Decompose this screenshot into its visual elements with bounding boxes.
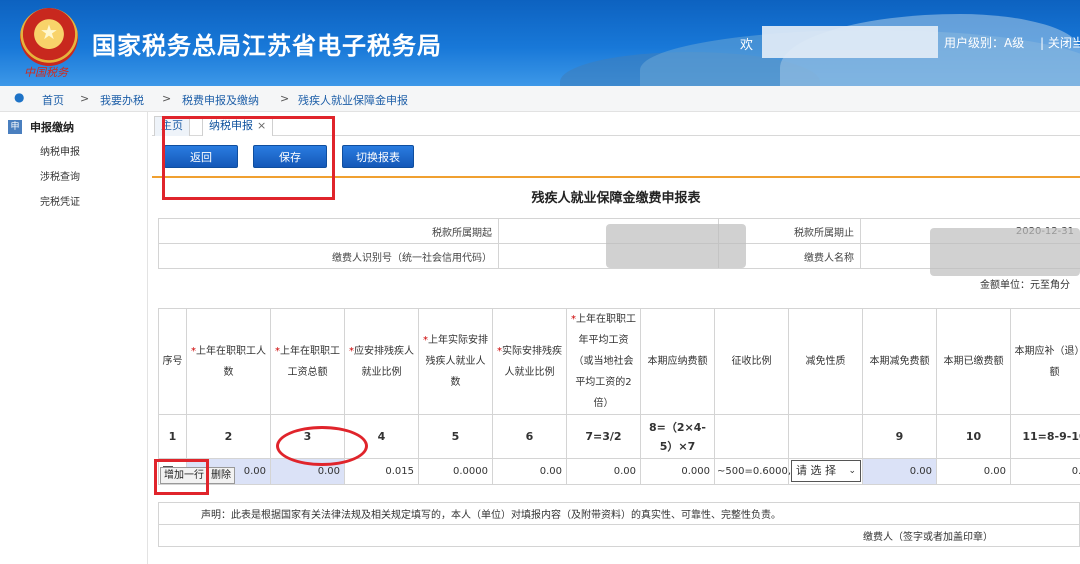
header-text: 应安排残疾人就业比例 (354, 345, 414, 378)
breadcrumb: ● 首页 > 我要办税 > 税费申报及缴纳 > 残疾人就业保障金申报 (0, 86, 1080, 112)
reduction-type-select[interactable]: 请 选 择 ⌄ (791, 460, 861, 482)
column-number: 8=（2×4-5）×7 (640, 414, 715, 459)
header-text: 本期应补（退）费额 (1014, 345, 1080, 378)
select-value: 请 选 择 (796, 464, 836, 477)
header-cell: *应安排残疾人就业比例 (344, 308, 419, 415)
header-text: 实际安排残疾人就业比例 (502, 345, 562, 378)
header-text: 征收比例 (731, 356, 772, 367)
signer-label: 缴费人（签字或者加盖印章） (158, 524, 1080, 547)
breadcrumb-separator: > (280, 92, 290, 105)
sidebar-item-tax-certificate[interactable]: 完税凭证 (40, 193, 80, 208)
redacted-period-start (606, 224, 746, 268)
breadcrumb-tax-filing[interactable]: 税费申报及缴纳 (182, 92, 259, 108)
column-number: 6 (492, 414, 567, 459)
sidebar-item-tax-filing[interactable]: 纳税申报 (40, 143, 80, 158)
grid-header-row: 序号 *上年在职职工人数 *上年在职职工工资总额 *应安排残疾人就业比例 *上年… (158, 308, 1080, 415)
reduction-type-cell: 请 选 择 ⌄ (788, 458, 863, 485)
header-text: 序号 (162, 356, 183, 367)
column-number: 2 (186, 414, 271, 459)
declaration-statement: 声明：此表是根据国家有关法律法规及相关规定填写的，本人（单位）对填报内容（及附带… (158, 502, 1080, 525)
logout-link[interactable]: | 关闭当 (1040, 34, 1080, 51)
highlight-ellipse (276, 426, 368, 466)
header-text: 上年在职职工年平均工资（或当地社会平均工资的2倍） (573, 314, 637, 409)
logo-subtext: 中国税务 (24, 66, 68, 79)
taxpayer-id-label: 缴费人识别号（统一社会信用代码） (158, 243, 499, 269)
column-number: 10 (936, 414, 1011, 459)
breadcrumb-home[interactable]: 首页 (42, 92, 64, 108)
redacted-taxpayer-name (930, 228, 1080, 276)
site-title: 国家税务总局江苏省电子税务局 (92, 32, 442, 60)
collection-ratio-cell: ~500=0.6000, (714, 458, 791, 485)
header-cell: 征收比例 (714, 308, 789, 415)
header-cell: *上年在职职工人数 (186, 308, 271, 415)
sidebar: 申 申报缴纳 纳税申报 涉税查询 完税凭证 (0, 112, 148, 564)
welcome-text: 欢 (740, 38, 754, 53)
header-cell: 本期减免费额 (862, 308, 937, 415)
disabled-staff-count-cell: 0.0000 (418, 458, 493, 485)
tax-emblem-logo: ★ (20, 8, 78, 66)
header-text: 上年实际安排残疾人就业人数 (425, 335, 489, 388)
payable-amount-cell: 0.000 (640, 458, 715, 485)
amount-unit: 金额单位：元至角分 (980, 280, 1070, 291)
user-level: 用户级别：A级 (944, 36, 1025, 50)
declaration-table: 声明：此表是根据国家有关法律法规及相关规定填写的，本人（单位）对填报内容（及附带… (158, 502, 1080, 547)
breadcrumb-separator: > (162, 92, 172, 105)
period-start-label: 税款所属期起 (158, 218, 499, 244)
required-ratio-cell: 0.015 (344, 458, 419, 485)
header-cell: *上年在职职工工资总额 (270, 308, 345, 415)
header-cell: *上年在职职工年平均工资（或当地社会平均工资的2倍） (566, 308, 641, 415)
header-text: 本期应纳费额 (647, 356, 708, 367)
breadcrumb-tax-service[interactable]: 我要办税 (100, 92, 144, 108)
delete-row-button[interactable]: 删除 (207, 467, 235, 484)
column-number: 9 (862, 414, 937, 459)
user-name-redacted (762, 26, 938, 58)
refund-amount-cell: 0.00 (1010, 458, 1080, 485)
location-pin-icon: ● (14, 90, 25, 104)
column-number: 7=3/2 (566, 414, 641, 459)
breadcrumb-separator: > (80, 92, 90, 105)
column-number (788, 414, 863, 459)
header-text: 减免性质 (805, 356, 846, 367)
breadcrumb-current: 残疾人就业保障金申报 (298, 94, 408, 107)
chevron-down-icon: ⌄ (848, 466, 856, 476)
actual-ratio-cell: 0.00 (492, 458, 567, 485)
header-cell: 减免性质 (788, 308, 863, 415)
header-cell: 序号 (158, 308, 187, 415)
paid-amount-cell: 0.00 (936, 458, 1011, 485)
declare-icon: 申 (8, 120, 22, 134)
form-title: 残疾人就业保障金缴费申报表 (531, 191, 701, 206)
site-header: ★ 中国税务 国家税务总局江苏省电子税务局 欢 用户级别：A级 | 关闭当 (0, 0, 1080, 86)
sidebar-section-label: 申报缴纳 (30, 121, 74, 134)
column-number (714, 414, 789, 459)
header-cell: 本期已缴费额 (936, 308, 1011, 415)
header-text: 上年在职职工人数 (196, 345, 266, 378)
column-number: 1 (158, 414, 187, 459)
header-text: 本期减免费额 (869, 356, 930, 367)
header-cell: 本期应纳费额 (640, 308, 715, 415)
switch-form-button[interactable]: 切换报表 (342, 145, 414, 168)
column-number: 11=8-9-10 (1010, 414, 1080, 459)
reduction-amount-input[interactable]: 0.00 (862, 458, 937, 485)
sidebar-item-tax-query[interactable]: 涉税查询 (40, 168, 80, 183)
header-cell: 本期应补（退）费额 (1010, 308, 1080, 415)
highlight-box (154, 459, 209, 495)
column-number: 5 (418, 414, 493, 459)
header-text: 本期已缴费额 (943, 356, 1004, 367)
header-text: 上年在职职工工资总额 (280, 345, 340, 378)
header-cell: *上年实际安排残疾人就业人数 (418, 308, 493, 415)
header-cell: *实际安排残疾人就业比例 (492, 308, 567, 415)
average-wage-cell: 0.00 (566, 458, 641, 485)
